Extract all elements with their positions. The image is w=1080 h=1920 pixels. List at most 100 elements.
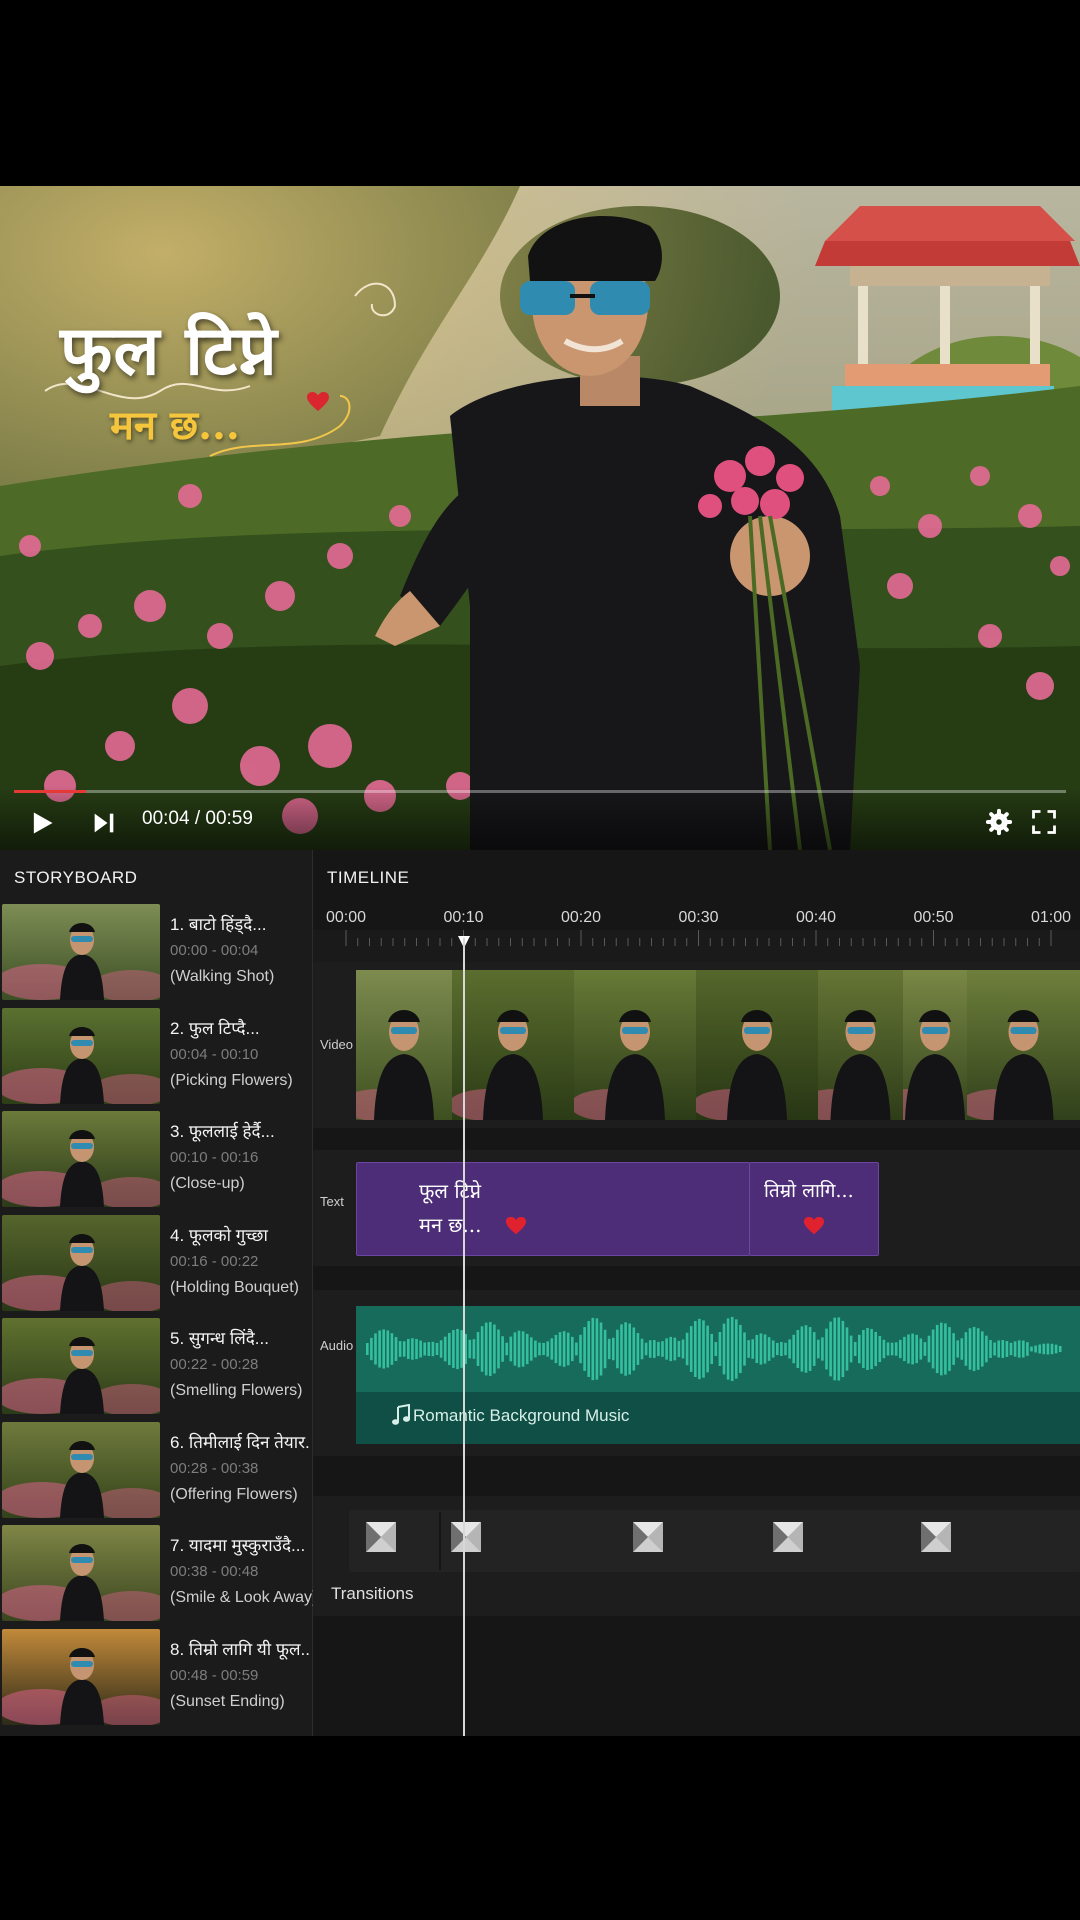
storyboard-item[interactable]: 1. बाटो हिंड्दै... 00:00 - 00:04 (Walking … bbox=[2, 902, 310, 1002]
storyboard-item-title: 4. फूलको गुच्छा bbox=[170, 1225, 268, 1245]
transition-icon[interactable] bbox=[773, 1522, 803, 1552]
waveform-bar bbox=[993, 1342, 996, 1356]
waveform-bar bbox=[940, 1322, 943, 1376]
storyboard-item-time: 00:10 - 00:16 bbox=[170, 1149, 259, 1166]
waveform-bar bbox=[653, 1340, 656, 1358]
progress-bar[interactable] bbox=[14, 790, 1066, 793]
gear-icon[interactable] bbox=[985, 808, 1013, 836]
video-clip[interactable] bbox=[903, 970, 969, 1120]
transition-icon[interactable] bbox=[451, 1522, 481, 1552]
heart-icon bbox=[307, 392, 329, 411]
waveform-bar bbox=[825, 1328, 828, 1370]
video-clip[interactable] bbox=[696, 970, 820, 1120]
video-clip-thumbnail bbox=[903, 1010, 965, 1120]
waveform-bar bbox=[411, 1338, 414, 1360]
waveform-bar bbox=[985, 1335, 988, 1363]
play-icon[interactable] bbox=[28, 809, 56, 837]
transition-icon[interactable] bbox=[633, 1522, 663, 1552]
waveform-bar bbox=[739, 1324, 742, 1374]
waveform-bar bbox=[698, 1318, 701, 1380]
waveform-bar bbox=[976, 1328, 980, 1370]
waveform-bar bbox=[952, 1333, 955, 1365]
waveform-bar bbox=[702, 1320, 705, 1378]
waveform-bar bbox=[431, 1341, 435, 1357]
heart-icon bbox=[803, 1216, 825, 1235]
waveform-bar bbox=[685, 1332, 689, 1366]
progress-fill bbox=[14, 790, 86, 793]
waveform-bar bbox=[661, 1341, 664, 1357]
waveform-bar bbox=[382, 1329, 385, 1369]
storyboard-item-time: 00:04 - 00:10 bbox=[170, 1045, 259, 1063]
storyboard-item-title: 6. तिमीलाई दिन तेयार... bbox=[170, 1432, 310, 1452]
waveform-bar bbox=[989, 1340, 992, 1358]
fullscreen-icon[interactable] bbox=[1030, 808, 1058, 836]
waveform-bar bbox=[435, 1342, 439, 1356]
waveform-bar bbox=[443, 1336, 447, 1362]
waveform-bar bbox=[874, 1331, 877, 1367]
waveform-bar bbox=[673, 1337, 677, 1361]
overlay-title-line1: फुल टिप्ने bbox=[60, 311, 278, 391]
waveform-bar bbox=[829, 1321, 832, 1377]
waveform-bar bbox=[1046, 1343, 1050, 1355]
timeline-panel: TIMELINE 00:00 00:10 00:20 00:30 00:40 00:50 0… bbox=[313, 850, 1080, 1736]
waveform-bar bbox=[800, 1326, 804, 1372]
waveform-bar bbox=[931, 1329, 935, 1369]
text-clip-2[interactable]: तिम्रो लागि... bbox=[749, 1162, 879, 1256]
waveform-bar bbox=[550, 1338, 554, 1360]
waveform-bar bbox=[669, 1336, 672, 1362]
waveform-bar bbox=[394, 1337, 398, 1361]
audio-clip-name: Romantic Background Music bbox=[413, 1406, 630, 1425]
text-clip-1[interactable]: फूल टिप्ने मन छ... bbox=[356, 1162, 750, 1256]
video-clip[interactable] bbox=[356, 970, 454, 1120]
video-clip-thumbnail bbox=[452, 1010, 543, 1120]
timeline-tick-label: 00:30 bbox=[678, 909, 719, 926]
waveform-bar bbox=[648, 1340, 652, 1358]
storyboard-item[interactable]: 4. फूलको गुच्छा 00:16 - 00:22 (Holding Bou… bbox=[2, 1213, 310, 1313]
video-clip[interactable] bbox=[574, 970, 698, 1120]
waveform-bar bbox=[882, 1339, 886, 1359]
storyboard-item-title: 2. फुल टिप्दै... bbox=[170, 1018, 260, 1038]
transition-icon[interactable] bbox=[366, 1522, 396, 1552]
waveform-bar bbox=[419, 1340, 422, 1358]
waveform-bar bbox=[706, 1325, 709, 1373]
transition-icon[interactable] bbox=[921, 1522, 951, 1552]
skip-next-icon[interactable] bbox=[90, 809, 118, 837]
storyboard-thumbnail-figure bbox=[2, 1440, 160, 1518]
video-player[interactable]: फुल टिप्ने मन छ... 00:04 / 00:59 bbox=[0, 186, 1080, 850]
waveform-bar bbox=[562, 1331, 566, 1367]
playhead[interactable] bbox=[463, 938, 465, 1736]
waveform-bar bbox=[759, 1333, 763, 1365]
waveform-bar bbox=[776, 1342, 779, 1356]
waveform-bar bbox=[694, 1321, 697, 1377]
video-clip[interactable] bbox=[452, 970, 576, 1120]
waveform-bar bbox=[513, 1332, 517, 1366]
storyboard-item[interactable]: 7. यादमा मुस्कुराउँदै... 00:38 - 00:48 (Sm… bbox=[2, 1523, 317, 1623]
waveform-bar bbox=[501, 1336, 504, 1362]
storyboard-thumbnail bbox=[2, 1214, 160, 1311]
storyboard-item-time: 00:00 - 00:04 bbox=[170, 942, 259, 959]
storyboard-item-title: 7. यादमा मुस्कुराउँदै... bbox=[170, 1536, 306, 1555]
waveform-bar bbox=[747, 1340, 750, 1358]
waveform-bar bbox=[796, 1329, 800, 1369]
timeline-ruler[interactable] bbox=[313, 930, 1080, 963]
storyboard-item[interactable]: 3. फूललाई हेर्दै... 00:10 - 00:16 (Close-u… bbox=[2, 1109, 310, 1209]
waveform-bar bbox=[1013, 1341, 1017, 1357]
storyboard-item[interactable]: 8. तिम्रो लागि यी फूल... 00:48 - 00:59 (Su… bbox=[2, 1627, 310, 1727]
waveform-bar bbox=[1058, 1345, 1062, 1353]
video-clip[interactable] bbox=[967, 970, 1080, 1120]
waveform-bar bbox=[632, 1327, 636, 1371]
waveform-bar bbox=[472, 1339, 476, 1359]
storyboard-item[interactable]: 6. तिमीलाई दिन तेयार... 00:28 - 00:38 (Off… bbox=[2, 1420, 310, 1520]
storyboard-item-title: 5. सुगन्ध लिंदै... bbox=[170, 1329, 269, 1348]
text-track-label: Text bbox=[320, 1194, 344, 1209]
waveform-bar bbox=[837, 1317, 841, 1381]
waveform-bar bbox=[1042, 1343, 1046, 1355]
waveform-bar bbox=[858, 1334, 861, 1364]
video-clip[interactable] bbox=[818, 970, 905, 1120]
storyboard-thumbnail-figure bbox=[2, 1647, 160, 1725]
waveform-bar bbox=[616, 1329, 619, 1369]
waveform-bar bbox=[968, 1328, 972, 1370]
storyboard-item[interactable]: 2. फुल टिप्दै... 00:04 - 00:10 (Picking Fl… bbox=[2, 1006, 310, 1106]
storyboard-item[interactable]: 5. सुगन्ध लिंदै... 00:22 - 00:28 (Smelling… bbox=[2, 1316, 310, 1416]
waveform-bar bbox=[1017, 1340, 1021, 1358]
